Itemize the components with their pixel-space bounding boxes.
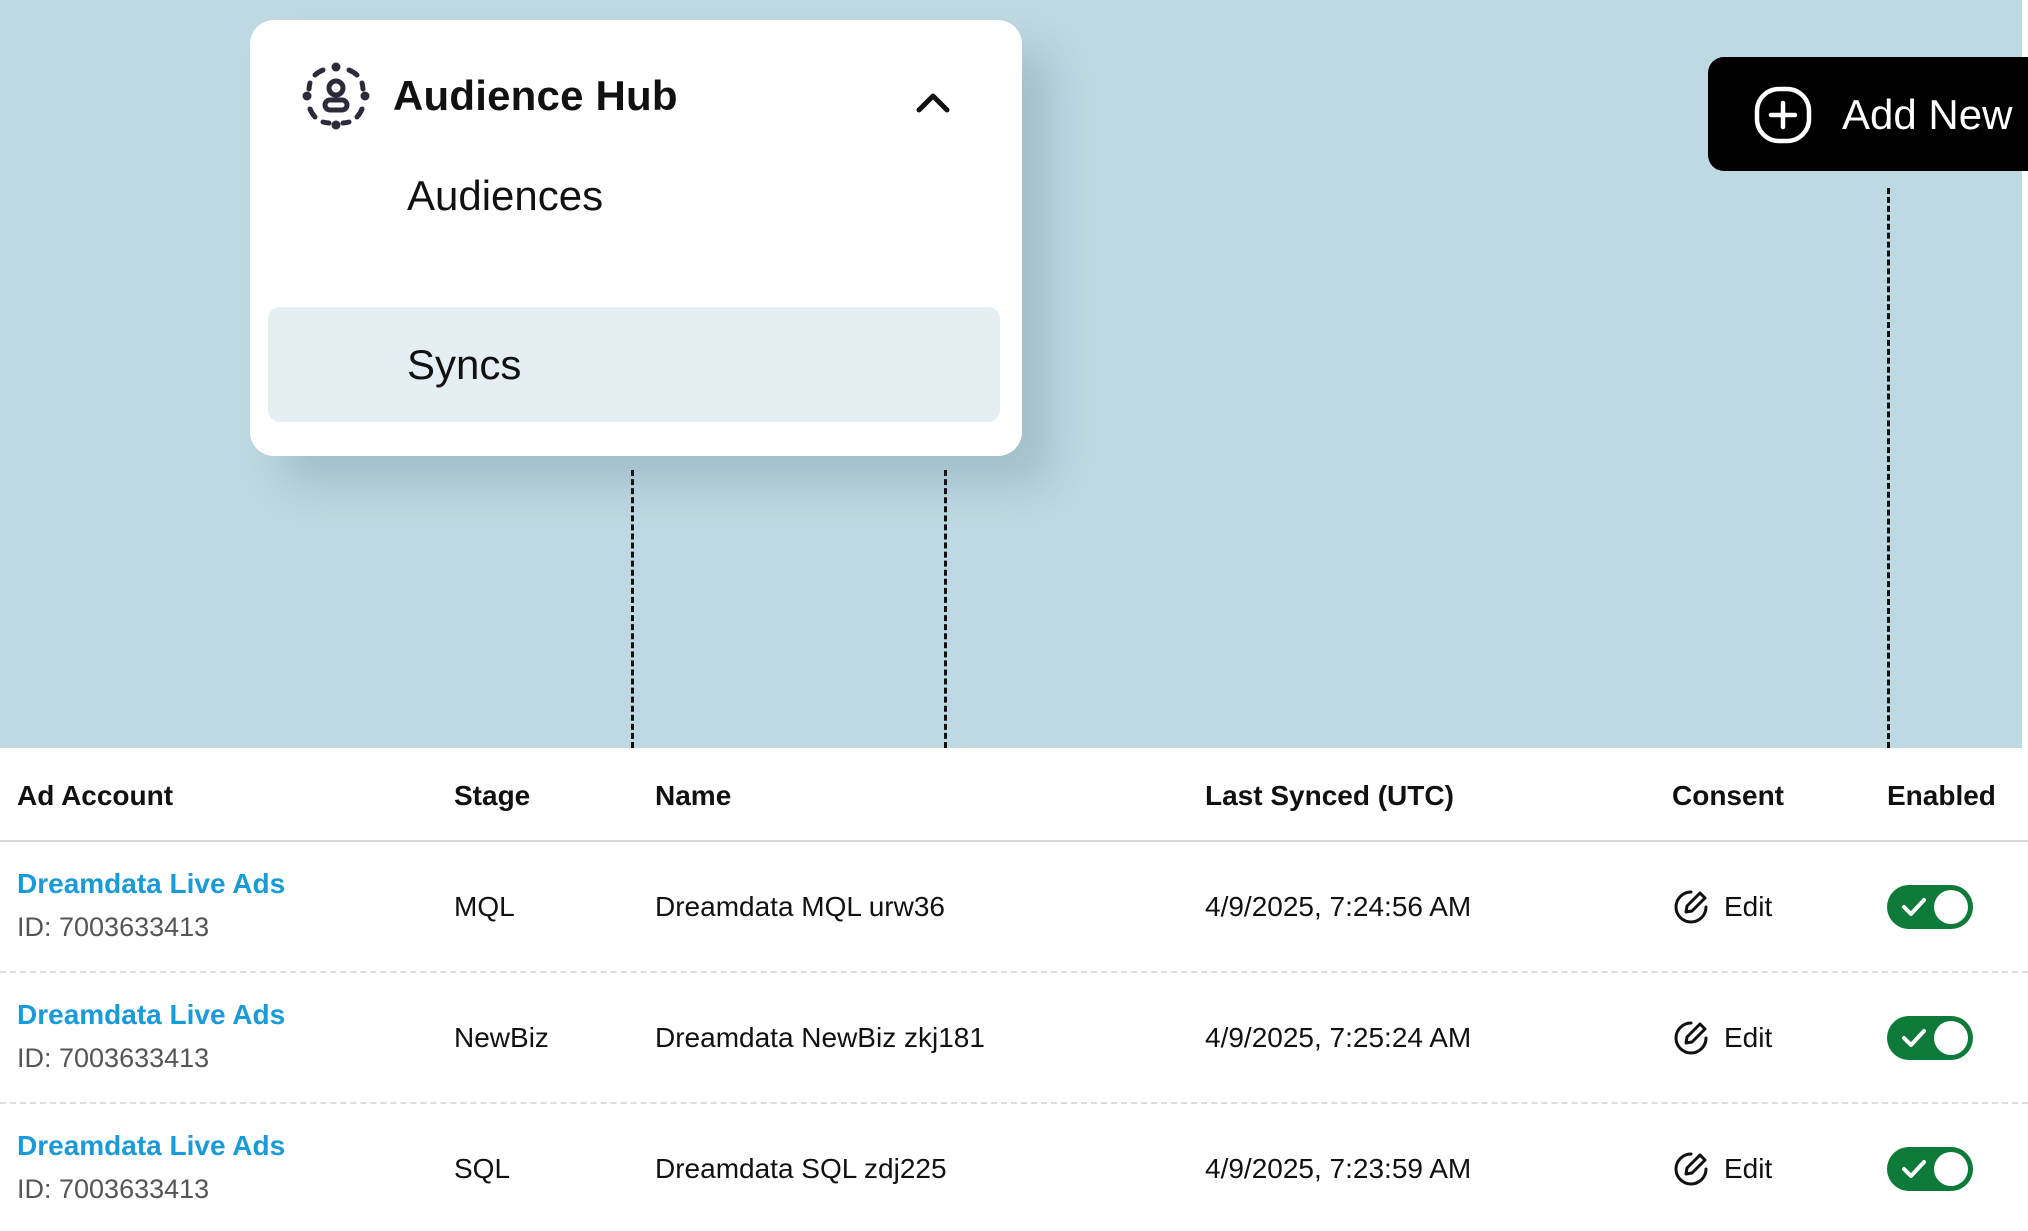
ad-account-id: ID: 7003633413 [17,912,210,942]
menu-title: Audience Hub [393,72,678,119]
audience-hub-icon [302,62,370,130]
consent-edit-button[interactable]: Edit [1672,888,1772,926]
column-header-name[interactable]: Name [655,780,731,812]
connector-line [631,470,634,748]
toggle-knob [1934,889,1968,924]
toggle-knob [1934,1151,1968,1186]
screenshot-stage: Audience Hub Audiences Syncs Add New Ad … [0,0,2028,1231]
edit-label: Edit [1724,1152,1773,1184]
ad-account-link[interactable]: Dreamdata Live Ads [17,1130,285,1162]
column-header-ad-account[interactable]: Ad Account [17,780,173,812]
ad-account-link[interactable]: Dreamdata Live Ads [17,868,285,900]
column-header-consent[interactable]: Consent [1672,780,1784,812]
add-new-button[interactable]: Add New [1708,57,2028,171]
edit-icon [1674,1021,1708,1054]
column-header-enabled[interactable]: Enabled [1887,780,1996,812]
toggle-knob [1934,1020,1968,1055]
enabled-toggle[interactable] [1887,1015,1973,1060]
enabled-toggle[interactable] [1887,1146,1973,1191]
connector-line [1887,188,1890,748]
menu-item-label: Syncs [407,340,522,388]
plus-circle-icon [1754,86,1812,144]
name-cell: Dreamdata NewBiz zkj181 [655,1021,985,1053]
connector-line [944,470,947,748]
ad-account-link[interactable]: Dreamdata Live Ads [17,999,285,1031]
edit-label: Edit [1724,1021,1773,1053]
stage-cell: NewBiz [454,1021,549,1053]
last-synced-cell: 4/9/2025, 7:25:24 AM [1205,1021,1472,1053]
column-header-stage[interactable]: Stage [454,780,530,812]
name-cell: Dreamdata SQL zdj225 [655,1152,947,1184]
edit-label: Edit [1724,890,1773,922]
last-synced-cell: 4/9/2025, 7:24:56 AM [1205,890,1472,922]
menu-item-syncs[interactable]: Syncs [268,307,1000,422]
consent-edit-button[interactable]: Edit [1672,1150,1772,1188]
stage-cell: SQL [454,1152,511,1184]
last-synced-cell: 4/9/2025, 7:23:59 AM [1205,1152,1472,1184]
ad-account-id: ID: 7003633413 [17,1043,210,1073]
audience-hub-menu: Audience Hub Audiences Syncs [250,20,1022,456]
add-new-label: Add New [1842,91,2013,138]
syncs-table: Ad Account Stage Name Last Synced (UTC) … [0,748,2028,1231]
edit-icon [1674,1152,1708,1185]
table-row: Dreamdata Live Ads ID: 7003633413 SQL Dr… [0,1104,2028,1231]
stage-cell: MQL [454,890,515,922]
chevron-up-icon[interactable] [913,82,953,122]
table-row: Dreamdata Live Ads ID: 7003633413 MQL Dr… [0,842,2028,973]
name-cell: Dreamdata MQL urw36 [655,890,945,922]
menu-item-label: Audiences [407,171,604,219]
check-icon [1902,1028,1926,1047]
check-icon [1902,1159,1926,1178]
check-icon [1902,897,1926,916]
ad-account-id: ID: 7003633413 [17,1174,210,1204]
enabled-toggle[interactable] [1887,884,1973,929]
edit-icon [1674,890,1708,923]
column-header-last-synced[interactable]: Last Synced (UTC) [1205,780,1454,812]
table-row: Dreamdata Live Ads ID: 7003633413 NewBiz… [0,973,2028,1104]
menu-item-audiences[interactable]: Audiences [268,138,1000,253]
table-header: Ad Account Stage Name Last Synced (UTC) … [0,748,2028,842]
consent-edit-button[interactable]: Edit [1672,1019,1772,1057]
